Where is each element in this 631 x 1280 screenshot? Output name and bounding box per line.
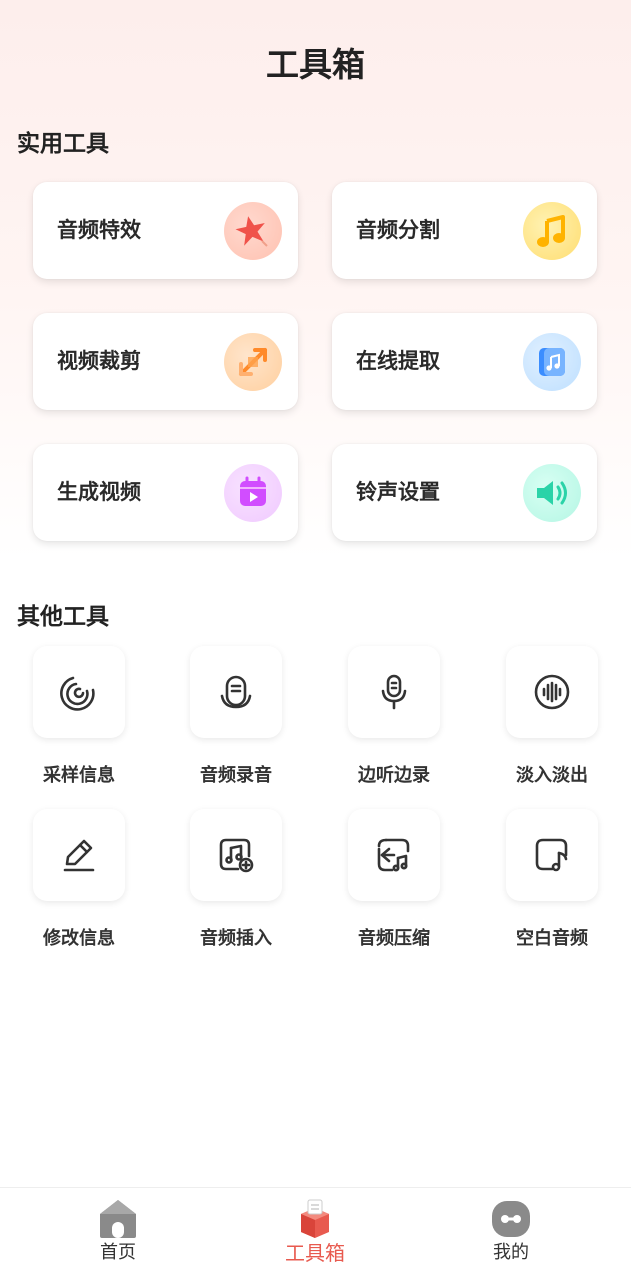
section-title-other: 其他工具: [17, 604, 109, 630]
pencil-icon: [33, 809, 125, 901]
tool-card-online-extract[interactable]: 在线提取: [332, 313, 597, 410]
other-tool-sampling[interactable]: 采样信息: [33, 646, 125, 786]
other-tool-label: 音频录音: [200, 765, 272, 786]
other-tool-edit-info[interactable]: 修改信息: [33, 809, 125, 949]
other-tool-label: 采样信息: [43, 765, 115, 786]
tool-card-label: 铃声设置: [356, 480, 440, 504]
other-tool-audio-record[interactable]: 音频录音: [190, 646, 282, 786]
speaker-icon: [523, 464, 581, 522]
bottom-nav: 首页 工具箱 我的: [0, 1187, 631, 1280]
other-tool-label: 边听边录: [358, 765, 430, 786]
music-file-icon: [523, 333, 581, 391]
other-tool-label: 修改信息: [43, 928, 115, 949]
other-tool-audio-insert[interactable]: 音频插入: [190, 809, 282, 949]
toolbox-icon: [293, 1198, 337, 1240]
waveform-icon: [506, 646, 598, 738]
profile-icon: [489, 1198, 533, 1240]
other-tool-fade[interactable]: 淡入淡出: [506, 646, 598, 786]
sampling-icon: [33, 646, 125, 738]
tool-card-label: 生成视频: [57, 480, 141, 504]
other-tool-label: 音频插入: [200, 928, 272, 949]
nav-item-mine[interactable]: 我的: [451, 1198, 571, 1268]
star-effect-icon: [224, 202, 282, 260]
video-calendar-icon: [224, 464, 282, 522]
other-tool-label: 空白音频: [516, 928, 588, 949]
nav-label-toolbox: 工具箱: [285, 1241, 345, 1265]
microphone-capsule-icon: [190, 646, 282, 738]
other-tool-label: 淡入淡出: [516, 765, 588, 786]
music-note-icon: [523, 202, 581, 260]
other-tool-audio-compress[interactable]: 音频压缩: [348, 809, 440, 949]
tool-card-label: 音频分割: [356, 218, 440, 242]
nav-item-toolbox[interactable]: 工具箱: [255, 1198, 375, 1268]
tool-card-audio-effect[interactable]: 音频特效: [33, 182, 298, 279]
page-title: 工具箱: [266, 45, 365, 84]
music-compress-icon: [348, 809, 440, 901]
tool-card-generate-video[interactable]: 生成视频: [33, 444, 298, 541]
other-tool-listen-record[interactable]: 边听边录: [348, 646, 440, 786]
crop-arrows-icon: [224, 333, 282, 391]
blank-music-icon: [506, 809, 598, 901]
tool-card-audio-split[interactable]: 音频分割: [332, 182, 597, 279]
other-tool-blank-audio[interactable]: 空白音频: [506, 809, 598, 949]
nav-label-mine: 我的: [493, 1242, 529, 1263]
tool-card-video-trim[interactable]: 视频裁剪: [33, 313, 298, 410]
microphone-icon: [348, 646, 440, 738]
tool-card-label: 音频特效: [57, 218, 141, 242]
tool-card-label: 在线提取: [356, 349, 440, 373]
section-title-practical: 实用工具: [17, 131, 109, 157]
music-add-icon: [190, 809, 282, 901]
nav-item-home[interactable]: 首页: [58, 1198, 178, 1268]
home-icon: [96, 1198, 140, 1240]
tool-card-ringtone[interactable]: 铃声设置: [332, 444, 597, 541]
tool-card-label: 视频裁剪: [57, 349, 141, 373]
nav-label-home: 首页: [100, 1242, 136, 1263]
other-tool-label: 音频压缩: [358, 928, 430, 949]
